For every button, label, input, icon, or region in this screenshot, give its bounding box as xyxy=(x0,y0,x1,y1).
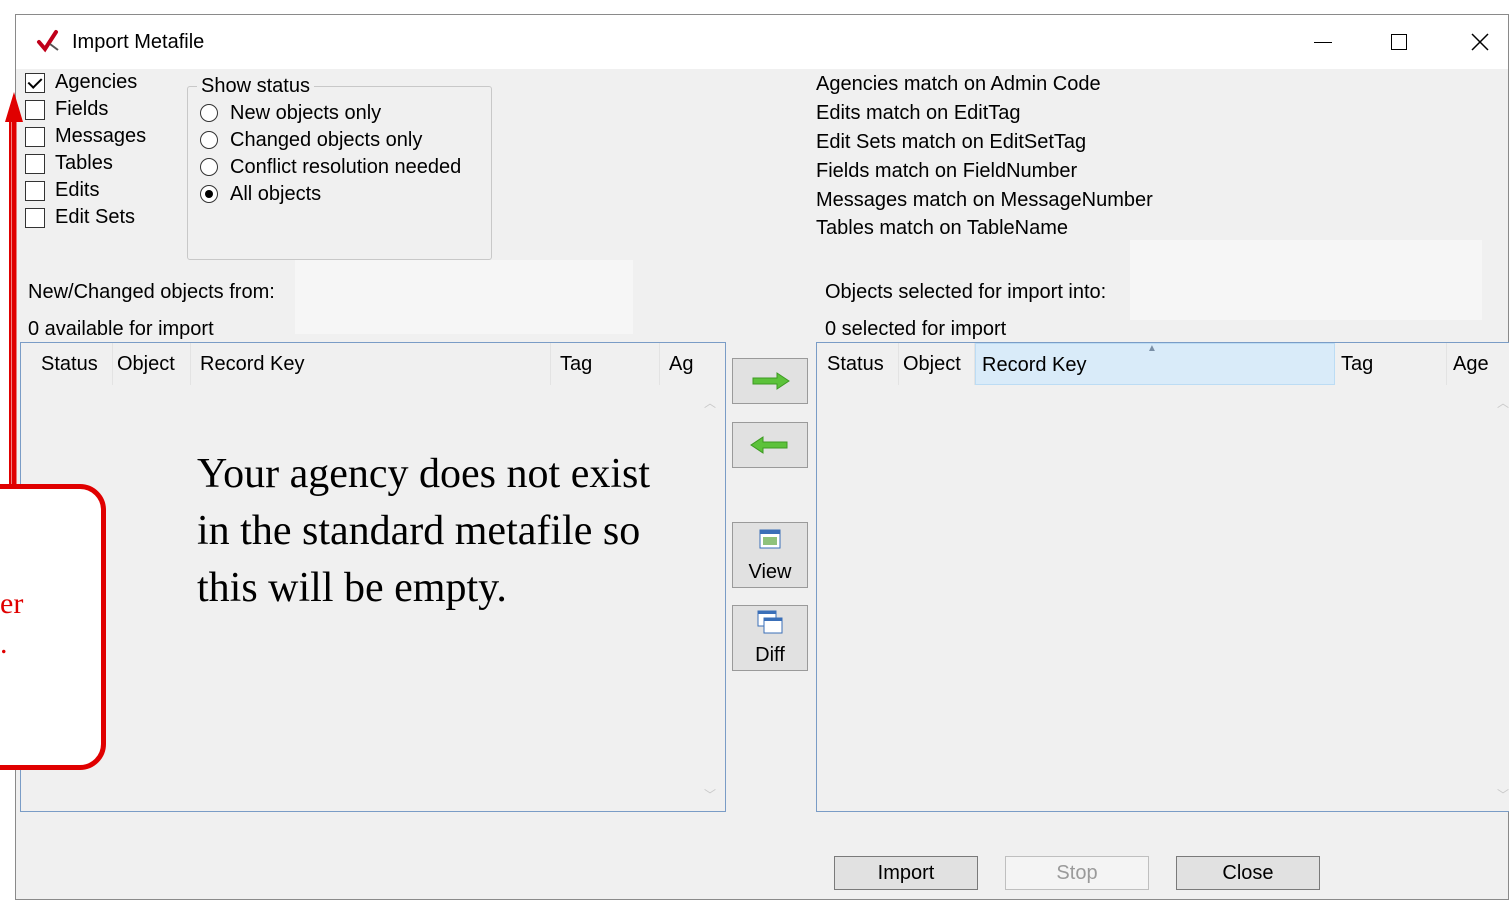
left-panel-count: 0 available for import xyxy=(28,318,214,340)
close-window-button[interactable] xyxy=(1448,15,1509,69)
scroll-up-icon[interactable]: ︿ xyxy=(704,397,716,409)
match-info-fields: Fields match on FieldNumber xyxy=(816,160,1078,182)
stop-button[interactable]: Stop xyxy=(1005,856,1149,890)
right-column-object[interactable]: Object xyxy=(897,343,975,385)
checkbox-label-agencies: Agencies xyxy=(55,71,138,93)
target-name-area xyxy=(1130,240,1482,320)
radio-all-objects[interactable] xyxy=(200,185,218,203)
match-info-edits: Edits match on EditTag xyxy=(816,102,1021,124)
left-column-record-key[interactable]: Record Key xyxy=(194,343,551,385)
right-column-agency[interactable]: Age xyxy=(1447,343,1509,385)
checkbox-label-fields: Fields xyxy=(55,98,109,120)
radio-new-objects[interactable] xyxy=(200,104,218,122)
maximize-icon xyxy=(1391,34,1407,50)
match-info-messages: Messages match on MessageNumber xyxy=(816,189,1153,211)
minimize-button[interactable] xyxy=(1291,15,1355,69)
radio-label-all-objects: All objects xyxy=(230,183,322,205)
diff-button[interactable]: Diff xyxy=(732,605,808,671)
callout-pointer-arrow xyxy=(5,92,23,490)
callout-text-line2: . xyxy=(0,627,8,660)
source-name-area xyxy=(295,260,633,334)
close-button[interactable]: Close xyxy=(1176,856,1320,890)
remove-from-import-button[interactable] xyxy=(732,422,808,468)
diff-windows-icon xyxy=(757,610,783,634)
view-button[interactable]: View xyxy=(732,522,808,588)
radio-label-changed-objects: Changed objects only xyxy=(230,129,423,151)
match-info-agencies: Agencies match on Admin Code xyxy=(816,73,1101,95)
right-column-tag[interactable]: Tag xyxy=(1335,343,1447,385)
radio-label-new-objects: New objects only xyxy=(230,102,382,124)
left-column-object[interactable]: Object xyxy=(111,343,191,385)
scroll-up-icon[interactable]: ︿ xyxy=(1497,397,1509,409)
scroll-down-icon[interactable]: ﹀ xyxy=(1497,789,1509,801)
checkbox-label-tables: Tables xyxy=(55,152,113,174)
sort-ascending-icon: ▲ xyxy=(1147,343,1157,354)
checkbox-label-messages: Messages xyxy=(55,125,147,147)
radio-label-conflict-resolution: Conflict resolution needed xyxy=(230,156,462,178)
radio-changed-objects[interactable] xyxy=(200,131,218,149)
window-title: Import Metafile xyxy=(72,31,205,53)
radio-conflict-resolution[interactable] xyxy=(200,158,218,176)
match-info-edit-sets: Edit Sets match on EditSetTag xyxy=(816,131,1087,153)
left-panel-heading: New/Changed objects from: xyxy=(28,281,275,303)
arrow-left-icon xyxy=(750,436,788,454)
right-panel-heading: Objects selected for import into: xyxy=(825,281,1107,303)
callout-text-line1: er xyxy=(0,587,24,620)
arrow-right-icon xyxy=(752,372,790,390)
left-column-status[interactable]: Status xyxy=(35,343,113,385)
left-column-tag[interactable]: Tag xyxy=(554,343,660,385)
match-info-tables: Tables match on TableName xyxy=(816,217,1068,239)
import-button[interactable]: Import xyxy=(834,856,978,890)
checkbox-label-edit-sets: Edit Sets xyxy=(55,206,136,228)
selected-objects-list[interactable]: Status Object Record Key ▲ Tag Age ︿ ﹀ xyxy=(816,342,1509,812)
left-column-agency[interactable]: Ag xyxy=(663,343,725,385)
callout-box xyxy=(0,484,106,770)
title-bar: Import Metafile xyxy=(16,15,1508,69)
scroll-down-icon[interactable]: ﹀ xyxy=(704,789,716,801)
view-window-icon xyxy=(759,529,781,549)
show-status-label: Show status xyxy=(197,75,314,97)
view-button-label: View xyxy=(748,561,792,583)
right-column-status[interactable]: Status xyxy=(821,343,899,385)
checkbox-label-edits: Edits xyxy=(55,179,100,201)
close-icon xyxy=(1471,33,1489,51)
right-panel-count: 0 selected for import xyxy=(825,318,1007,340)
minimize-icon xyxy=(1314,41,1332,43)
diff-button-label: Diff xyxy=(755,644,785,666)
annotation-note: Your agency does not exist in the standa… xyxy=(197,451,651,611)
add-to-import-button[interactable] xyxy=(732,358,808,404)
maximize-button[interactable] xyxy=(1367,15,1431,69)
